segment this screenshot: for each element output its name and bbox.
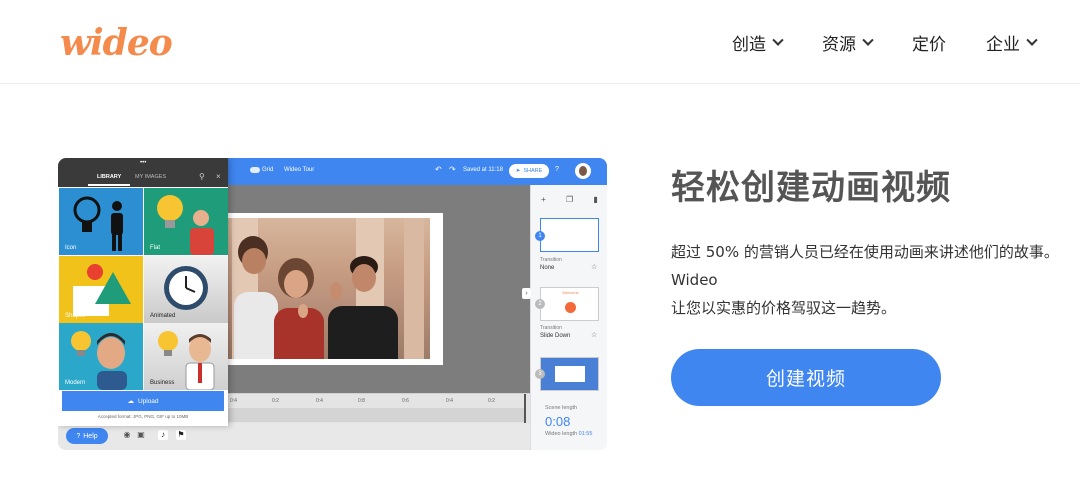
transition-value: Slide Down [540,333,571,339]
help-circle-icon: ? [555,166,559,173]
music-icon: ♪ [158,430,168,440]
scenes-panel: + ❐ ▮ 1 Transition None ☆ Welcome 2 Tran… [530,185,607,450]
library-tile-flat: Flat [144,188,228,255]
scene-thumb-3 [540,357,599,391]
tab-my-images: MY IMAGES [135,174,167,180]
slide-photo [228,218,430,359]
wideo-logo[interactable]: wideo [60,22,173,64]
create-video-button[interactable]: 创建视频 [671,349,941,406]
project-name: Wideo Tour [284,167,315,173]
tile-label: Shapes [65,313,86,319]
main-nav: 创造 资源 定价 企业 [732,30,1038,55]
scene-thumb-2: Welcome [540,287,599,321]
library-tile-animated: Animated [144,256,228,323]
tab-library: LIBRARY [97,174,122,180]
hero-desc-line: 超过 50% 的营销人员已经在使用动画来讲述他们的故事。 [671,243,1059,261]
chevron-down-icon [1026,34,1038,46]
site-header: wideo 创造 资源 定价 企业 [0,0,1080,84]
nav-item-label: 定价 [912,35,946,55]
editor-screenshot: Grid Wideo Tour ↶ ↷ Saved at 11:18 ➤ SHA… [58,158,607,450]
avatar [575,163,591,179]
star-icon: ☆ [591,332,598,339]
hero-title: 轻松创建动画视频 [671,168,951,208]
tile-label: Flat [150,245,161,251]
library-panel: ••• LIBRARY MY IMAGES ⚲ × Icon Flat Shap… [58,158,228,426]
library-tile-business: Business [144,323,228,390]
upload-label: Upload [137,397,159,405]
share-label: SHARE [523,168,543,174]
editor-bottom-bar: ? Help ◉ ▣ ♪ ⚑ [58,423,530,450]
tile-label: Business [150,380,175,386]
trash-icon: ▮ [593,195,598,204]
chevron-down-icon [772,34,784,46]
timeline-track [228,408,526,422]
chevron-right-icon: › [522,288,531,299]
hero-desc-line: Wideo [671,271,718,289]
help-label: Help [83,432,98,440]
hero-desc-line: 让您以实惠的价格驾驭这一趋势。 [671,299,897,317]
transition-label: Transition [540,325,562,331]
thumb-text: Welcome [562,290,579,295]
send-icon: ➤ [515,168,521,174]
library-header: ••• LIBRARY MY IMAGES ⚲ × [58,158,228,187]
nav-item-label: 创造 [732,35,766,55]
scene-number: 3 [535,369,545,379]
plus-icon: + [541,195,546,204]
scene-length-value: 0:08 [545,414,571,429]
help-circle-icon: ? [76,432,81,440]
library-tile-modern: Modern [59,323,143,390]
transition-value: None [540,265,555,271]
search-icon: ⚲ [199,172,205,181]
cloud-upload-icon: ☁ [127,398,134,405]
drag-handle-icon: ••• [140,160,147,166]
scene-length-label: Scene length [545,405,578,411]
playhead [524,394,526,424]
nav-item-label: 资源 [822,35,856,55]
wideo-length: Wideo length 01:55 [545,431,593,437]
chevron-down-icon [862,34,874,46]
timeline: 0:4 0:2 0:4 0:8 0:6 0:4 0:2 [228,393,530,424]
redo-icon: ↷ [449,165,456,174]
star-icon: ☆ [591,264,598,271]
undo-icon: ↶ [435,165,442,174]
saved-status: Saved at 11:18 [463,167,503,173]
eye-icon: ◉ [123,430,131,439]
scene-thumb-1 [540,218,599,252]
canvas-area [228,185,530,393]
transition-label: Transition [540,257,562,263]
share-button: ➤ SHARE [509,164,549,178]
tile-label: Icon [65,245,77,251]
nav-item-resources[interactable]: 资源 [822,30,874,55]
library-tile-shapes: Shapes [59,256,143,323]
upload-note: Accepted format: JPG, PNG, GIF up to 10M… [97,414,189,419]
nav-item-enterprise[interactable]: 企业 [986,30,1038,55]
grid-label: Grid [262,167,274,173]
flag-icon: ⚑ [176,430,186,440]
library-tile-icon: Icon [59,188,143,255]
tile-label: Animated [150,313,176,319]
duplicate-icon: ❐ [566,195,574,204]
upload-button: ☁ Upload [62,391,224,411]
help-button: ? Help [66,428,108,444]
lock-icon: ▣ [137,430,145,439]
scene-number: 1 [535,231,545,241]
tile-label: Modern [65,380,86,386]
nav-item-label: 企业 [986,35,1020,55]
nav-item-pricing[interactable]: 定价 [912,30,946,55]
scene-number: 2 [535,299,545,309]
nav-item-create[interactable]: 创造 [732,30,784,55]
hero-description: 超过 50% 的营销人员已经在使用动画来讲述他们的故事。 Wideo 让您以实惠… [671,238,1071,322]
close-icon: × [216,172,221,181]
grid-toggle [250,167,260,173]
